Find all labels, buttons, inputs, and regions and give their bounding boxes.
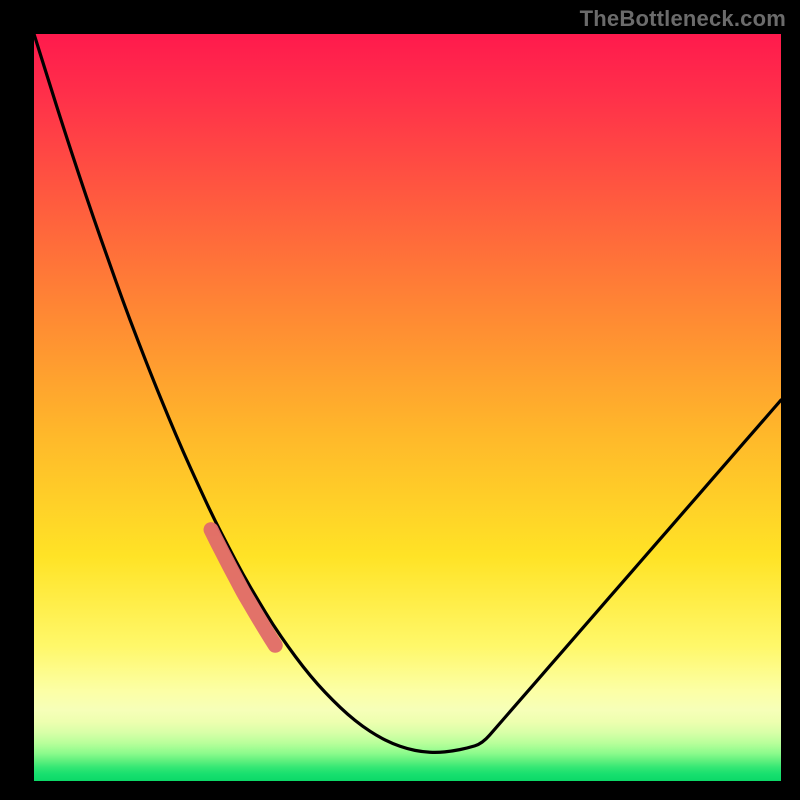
bottleneck-curve (34, 34, 781, 781)
watermark-text: TheBottleneck.com (580, 6, 786, 32)
confidence-band (211, 530, 275, 646)
curve-path (34, 34, 781, 752)
plot-area (34, 34, 781, 781)
chart-frame: TheBottleneck.com (0, 0, 800, 800)
